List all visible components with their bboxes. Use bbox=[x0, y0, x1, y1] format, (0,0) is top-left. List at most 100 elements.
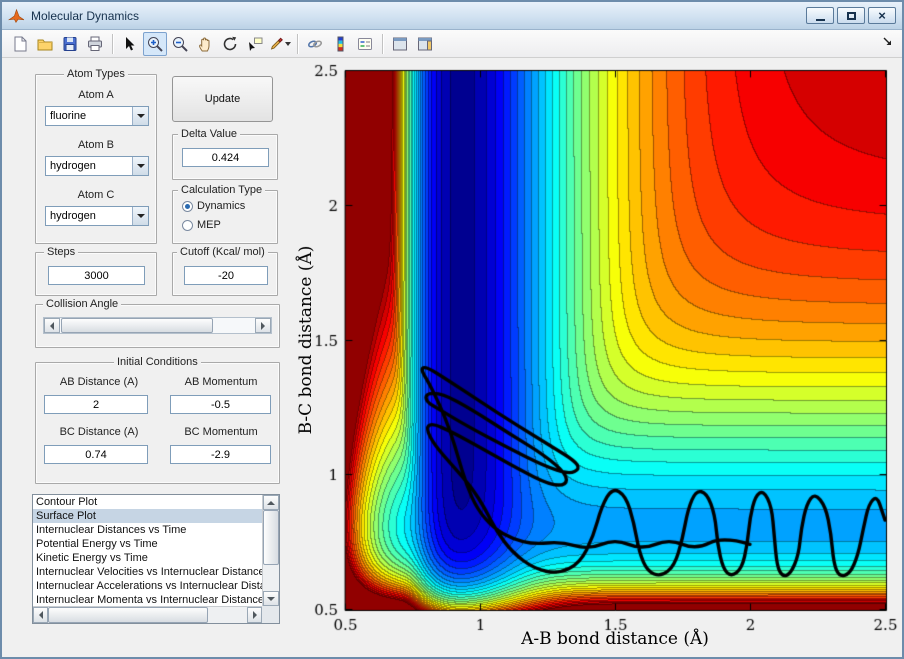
radio-unselected-icon bbox=[182, 219, 193, 231]
figure-toolbar bbox=[2, 30, 902, 58]
steps-panel: Steps bbox=[35, 246, 157, 296]
slider-right-arrow[interactable] bbox=[255, 318, 271, 333]
radio-label: MEP bbox=[197, 219, 221, 231]
list-item[interactable]: Potential Energy vs Time bbox=[33, 537, 262, 551]
atom-b-dropdown[interactable]: hydrogen bbox=[45, 156, 149, 176]
list-item[interactable]: Surface Plot bbox=[33, 509, 262, 523]
scroll-left-button[interactable] bbox=[33, 607, 48, 623]
ab-distance-field[interactable] bbox=[44, 395, 148, 414]
print-figure-button[interactable] bbox=[83, 32, 107, 56]
bc-momentum-field[interactable] bbox=[170, 445, 271, 464]
titlebar[interactable]: Molecular Dynamics × bbox=[2, 2, 902, 30]
legend-icon bbox=[358, 37, 372, 50]
colorbar-icon bbox=[337, 36, 344, 51]
zoom-in-button[interactable] bbox=[143, 31, 167, 56]
list-item[interactable]: Internuclear Velocities vs Internuclear … bbox=[33, 565, 262, 579]
edit-plot-button[interactable] bbox=[118, 32, 142, 56]
plot-type-listbox: Contour Plot Surface Plot Internuclear Dis… bbox=[32, 494, 280, 624]
list-item[interactable]: Internuclear Momenta vs Internuclear Dis… bbox=[33, 593, 262, 606]
zoom-in-icon bbox=[148, 36, 163, 52]
scroll-down-button[interactable] bbox=[263, 591, 279, 606]
close-icon: × bbox=[878, 8, 886, 23]
chevron-down-icon[interactable] bbox=[132, 157, 148, 175]
list-horizontal-scrollbar[interactable] bbox=[33, 606, 262, 623]
cursor-arrow-icon bbox=[126, 36, 135, 50]
list-item[interactable]: Kinetic Energy vs Time bbox=[33, 551, 262, 565]
minimize-button[interactable] bbox=[806, 7, 834, 24]
radio-label: Dynamics bbox=[197, 200, 246, 212]
chevron-down-icon[interactable] bbox=[132, 207, 148, 225]
radio-mep[interactable]: MEP bbox=[182, 219, 221, 231]
rotate-icon bbox=[223, 36, 237, 50]
list-item[interactable]: Internuclear Accelerations vs Internucle… bbox=[33, 579, 262, 593]
panel-title: Atom Types bbox=[64, 68, 128, 80]
y-axis-label: B-C bond distance (Å) bbox=[296, 245, 316, 435]
new-figure-button[interactable] bbox=[8, 32, 32, 56]
calculation-type-panel: Calculation Type Dynamics MEP bbox=[172, 184, 278, 244]
collision-angle-slider[interactable] bbox=[43, 317, 272, 334]
steps-field[interactable] bbox=[48, 266, 145, 285]
ab-distance-label: AB Distance (A) bbox=[59, 376, 139, 388]
plot-canvas[interactable] bbox=[302, 62, 902, 657]
minimize-icon bbox=[815, 18, 825, 21]
data-cursor-button[interactable] bbox=[243, 32, 267, 56]
cutoff-panel: Cutoff (Kcal/ mol) bbox=[172, 246, 278, 296]
brush-data-button[interactable] bbox=[268, 32, 292, 56]
ab-momentum-field[interactable] bbox=[170, 395, 271, 414]
save-icon bbox=[63, 36, 77, 51]
collision-angle-panel: Collision Angle bbox=[35, 298, 280, 348]
list-vertical-scrollbar[interactable] bbox=[262, 495, 279, 606]
radio-dynamics[interactable]: Dynamics bbox=[182, 200, 245, 212]
brush-icon bbox=[270, 37, 283, 50]
save-figure-button[interactable] bbox=[58, 32, 82, 56]
insert-colorbar-button[interactable] bbox=[328, 32, 352, 56]
zoom-out-icon bbox=[173, 36, 188, 52]
update-button[interactable]: Update bbox=[172, 76, 273, 122]
toolbar-separator bbox=[112, 33, 113, 54]
close-button[interactable]: × bbox=[868, 7, 896, 24]
scroll-up-button[interactable] bbox=[263, 495, 279, 510]
bc-distance-label: BC Distance (A) bbox=[59, 426, 139, 438]
chevron-down-icon[interactable] bbox=[132, 107, 148, 125]
radio-selected-icon bbox=[182, 200, 193, 212]
list-item[interactable]: Internuclear Distances vs Time bbox=[33, 523, 262, 537]
vertical-scroll-thumb[interactable] bbox=[263, 510, 279, 565]
panel-title: Initial Conditions bbox=[114, 356, 201, 368]
atom-c-dropdown[interactable]: hydrogen bbox=[45, 206, 149, 226]
delta-value-field[interactable] bbox=[182, 148, 269, 167]
maximize-icon bbox=[846, 11, 856, 20]
app-window: Molecular Dynamics × Atom Types Atom A f… bbox=[0, 0, 904, 659]
dock-figure-icon[interactable] bbox=[882, 35, 894, 53]
hide-plot-tools-button[interactable] bbox=[388, 32, 412, 56]
horizontal-scroll-thumb[interactable] bbox=[48, 607, 208, 623]
window-title: Molecular Dynamics bbox=[31, 8, 140, 23]
dropdown-value: hydrogen bbox=[50, 160, 96, 172]
app-icon bbox=[8, 8, 25, 24]
bc-distance-field[interactable] bbox=[44, 445, 148, 464]
maximize-button[interactable] bbox=[837, 7, 865, 24]
chevron-down-icon bbox=[285, 41, 291, 46]
rotate-3d-button[interactable] bbox=[218, 32, 242, 56]
panel-title: Calculation Type bbox=[178, 184, 266, 196]
scroll-right-button[interactable] bbox=[247, 607, 262, 623]
plot-type-list: Contour Plot Surface Plot Internuclear Dis… bbox=[33, 495, 262, 606]
slider-thumb[interactable] bbox=[61, 318, 213, 333]
show-plot-tools-button[interactable] bbox=[413, 32, 437, 56]
panel-title: Steps bbox=[44, 246, 79, 258]
open-file-button[interactable] bbox=[33, 32, 57, 56]
delta-value-panel: Delta Value bbox=[172, 128, 278, 180]
zoom-out-button[interactable] bbox=[168, 32, 192, 56]
slider-left-arrow[interactable] bbox=[44, 318, 60, 333]
window-controls: × bbox=[806, 7, 896, 24]
insert-legend-button[interactable] bbox=[353, 32, 377, 56]
pan-button[interactable] bbox=[193, 32, 217, 56]
link-plot-button[interactable] bbox=[303, 32, 327, 56]
list-item[interactable]: Contour Plot bbox=[33, 495, 262, 509]
toolbar-separator bbox=[297, 33, 298, 54]
printer-icon bbox=[88, 36, 102, 51]
atom-a-dropdown[interactable]: fluorine bbox=[45, 106, 149, 126]
ab-momentum-label: AB Momentum bbox=[184, 376, 258, 388]
panel-title: Cutoff (Kcal/ mol) bbox=[177, 246, 268, 258]
atom-a-label: Atom A bbox=[78, 89, 114, 101]
cutoff-field[interactable] bbox=[184, 266, 268, 285]
